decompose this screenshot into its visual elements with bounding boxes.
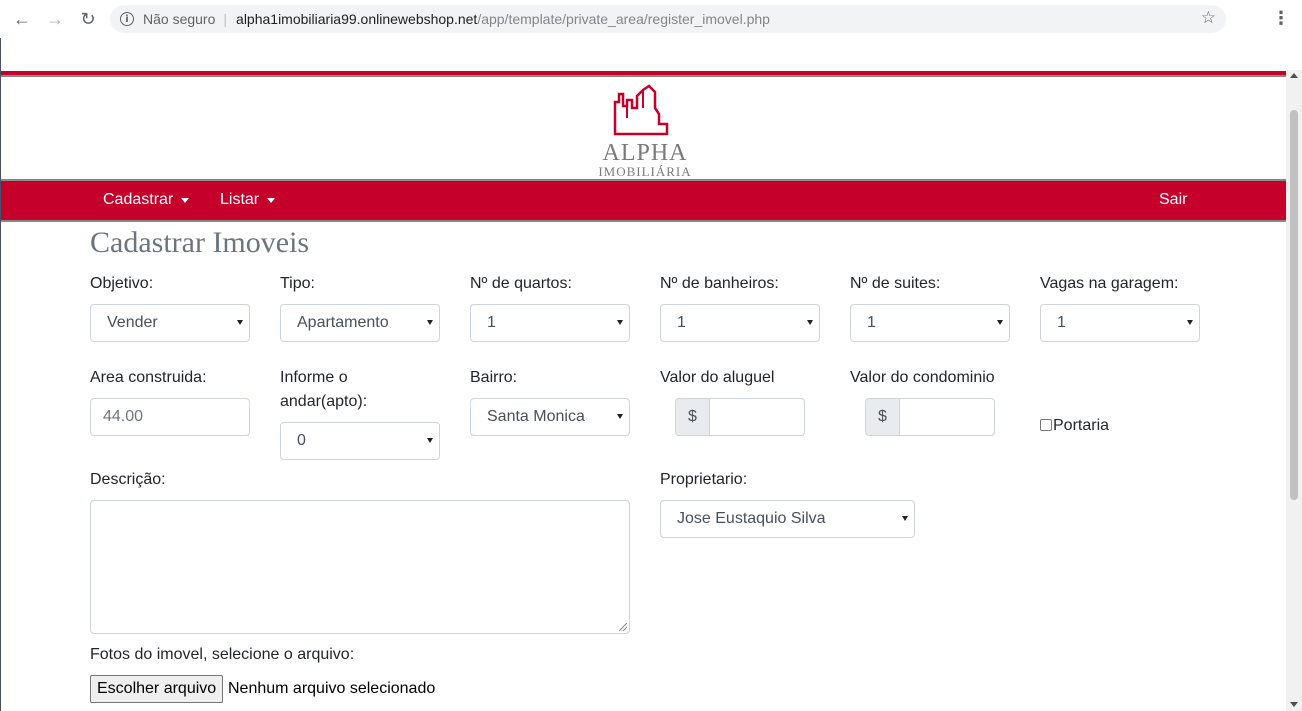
building-icon [613, 84, 669, 136]
logo-title: ALPHA [602, 140, 688, 166]
select-arrow-icon [617, 414, 623, 419]
select-arrow-icon [997, 320, 1003, 325]
vagas-value: 1 [1057, 314, 1066, 331]
quartos-select[interactable]: 1 [470, 304, 630, 342]
page-title: Cadastrar Imoveis [90, 226, 310, 259]
scroll-up-icon[interactable] [1290, 73, 1298, 78]
proprietario-label: Proprietario: [660, 471, 748, 488]
caret-down-icon [181, 197, 190, 203]
bairro-label: Bairro: [470, 369, 518, 386]
nav-cadastrar-dropdown[interactable]: Cadastrar [103, 191, 190, 209]
vagas-select[interactable]: 1 [1040, 304, 1200, 342]
quartos-value: 1 [487, 314, 496, 331]
logout-link[interactable]: Sair [1159, 191, 1187, 209]
nav-listar-label: Listar [220, 191, 260, 208]
nav-listar-dropdown[interactable]: Listar [220, 191, 276, 209]
browser-menu-icon[interactable]: ⋮ [1272, 8, 1290, 30]
proprietario-value: Jose Eustaquio Silva [677, 510, 826, 527]
page-viewport: ALPHA IMOBILIÁRIA Cadastrar Listar Sair … [0, 38, 1302, 711]
caret-down-icon [267, 197, 276, 203]
page-scrollbar[interactable] [1286, 70, 1302, 711]
select-arrow-icon [427, 320, 433, 325]
proprietario-select[interactable]: Jose Eustaquio Silva [660, 500, 915, 538]
select-arrow-icon [617, 320, 623, 325]
forward-icon[interactable]: → [44, 8, 66, 30]
reload-icon[interactable]: ↻ [77, 8, 99, 30]
condominio-label: Valor do condominio [850, 369, 995, 386]
vagas-label: Vagas na garagem: [1040, 275, 1179, 292]
banheiros-value: 1 [677, 314, 686, 331]
aluguel-currency-addon: $ [675, 398, 710, 436]
tipo-value: Apartamento [297, 314, 389, 331]
condominio-input[interactable] [900, 398, 995, 436]
quartos-label: Nº de quartos: [470, 275, 572, 292]
objetivo-label: Objetivo: [90, 275, 154, 292]
andar-select[interactable]: 0 [280, 422, 440, 460]
browser-toolbar: ← → ↻ i Não seguro | alpha1imobiliaria99… [0, 0, 1302, 38]
security-label: Não seguro [143, 11, 216, 27]
select-arrow-icon [237, 320, 243, 325]
descricao-label: Descrição: [90, 471, 166, 488]
alpha-logo[interactable]: ALPHA IMOBILIÁRIA [597, 84, 693, 180]
bookmark-star-icon[interactable]: ☆ [1201, 8, 1216, 28]
resize-handle-icon[interactable] [619, 623, 627, 631]
main-navbar: Cadastrar Listar Sair [1, 181, 1287, 220]
url-path: /app/template/private_area/register_imov… [477, 11, 770, 27]
select-arrow-icon [427, 438, 433, 443]
area-label: Area construida: [90, 369, 207, 386]
back-icon[interactable]: ← [11, 8, 33, 30]
navbar-divider [1, 220, 1287, 222]
select-arrow-icon [807, 320, 813, 325]
objetivo-select[interactable]: Vender [90, 304, 250, 342]
scroll-down-icon[interactable] [1290, 702, 1298, 707]
tipo-select[interactable]: Apartamento [280, 304, 440, 342]
portaria-label[interactable]: Portaria [1053, 414, 1109, 438]
select-arrow-icon [1187, 320, 1193, 325]
select-arrow-icon [902, 516, 908, 521]
banheiros-select[interactable]: 1 [660, 304, 820, 342]
address-bar[interactable]: i Não seguro | alpha1imobiliaria99.onlin… [110, 5, 1226, 33]
andar-value: 0 [297, 432, 306, 449]
logo-subtitle: IMOBILIÁRIA [598, 164, 692, 179]
fotos-label: Fotos do imovel, selecione o arquivo: [90, 646, 355, 663]
aluguel-input[interactable] [710, 398, 805, 436]
descricao-textarea[interactable] [90, 500, 630, 634]
scroll-thumb[interactable] [1290, 110, 1298, 500]
bairro-value: Santa Monica [487, 408, 585, 425]
aluguel-label: Valor do aluguel [660, 369, 775, 386]
andar-label-line1: Informe o [280, 369, 348, 386]
area-input[interactable]: 44.00 [90, 398, 250, 436]
tipo-label: Tipo: [280, 275, 315, 292]
file-status: Nenhum arquivo selecionado [228, 680, 436, 697]
info-icon[interactable]: i [120, 12, 134, 26]
url-host: alpha1imobiliaria99.onlinewebshop.net [236, 11, 478, 27]
bairro-select[interactable]: Santa Monica [470, 398, 630, 436]
suites-value: 1 [867, 314, 876, 331]
portaria-checkbox[interactable] [1040, 419, 1052, 431]
separator: | [223, 11, 228, 27]
objetivo-value: Vender [107, 314, 158, 331]
condominio-currency-addon: $ [865, 398, 900, 436]
choose-file-button[interactable]: Escolher arquivo [90, 675, 224, 703]
banheiros-label: Nº de banheiros: [660, 275, 779, 292]
nav-cadastrar-label: Cadastrar [103, 191, 174, 208]
suites-select[interactable]: 1 [850, 304, 1010, 342]
top-divider [1, 75, 1287, 77]
page: ALPHA IMOBILIÁRIA Cadastrar Listar Sair … [1, 38, 1287, 711]
suites-label: Nº de suites: [850, 275, 941, 292]
andar-label-line2: andar(apto): [280, 393, 368, 410]
